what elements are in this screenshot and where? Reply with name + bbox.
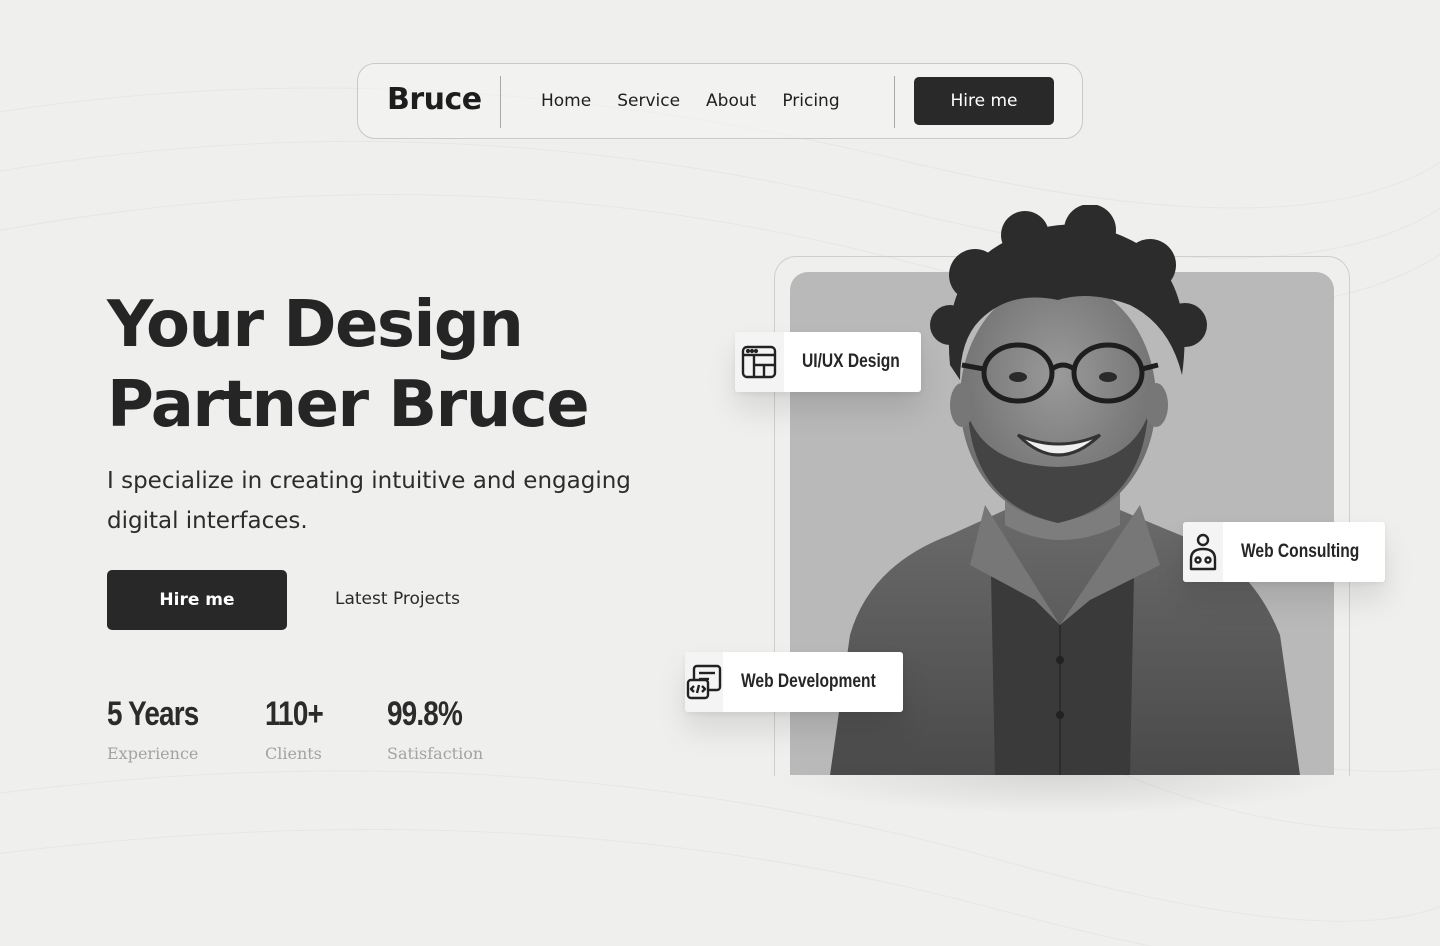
nav-divider xyxy=(500,76,501,128)
latest-projects-link[interactable]: Latest Projects xyxy=(335,589,460,609)
hero-title-line: Partner Bruce xyxy=(107,368,590,442)
nav-link-home[interactable]: Home xyxy=(541,91,591,111)
stat-experience: 5 Years Experience xyxy=(107,695,219,763)
service-card-web-development[interactable]: Web Development xyxy=(685,652,903,712)
nav-divider xyxy=(894,76,895,128)
service-card-label: Web Development xyxy=(741,671,876,692)
top-navbar: Bruce Home Service About Pricing Hire me xyxy=(357,63,1083,139)
nav-link-service[interactable]: Service xyxy=(617,91,680,111)
hire-me-button[interactable]: Hire me xyxy=(107,570,287,630)
stat-value: 110+ xyxy=(265,695,324,733)
nav-link-about[interactable]: About xyxy=(706,91,756,111)
code-window-icon xyxy=(685,652,723,712)
user-consulting-icon xyxy=(1183,522,1223,582)
nav-links: Home Service About Pricing xyxy=(541,91,866,111)
stat-value: 5 Years xyxy=(107,695,199,733)
brand-logo[interactable]: Bruce xyxy=(387,82,482,117)
stat-label: Experience xyxy=(107,744,199,763)
hero-title-line: Your Design xyxy=(107,288,524,362)
nav-link-pricing[interactable]: Pricing xyxy=(782,91,839,111)
service-card-label: Web Consulting xyxy=(1240,541,1360,562)
hero-title: Your Design Partner Bruce xyxy=(107,285,590,445)
service-card-web-consulting[interactable]: Web Consulting xyxy=(1183,522,1385,582)
stat-label: Satisfaction xyxy=(387,744,484,763)
layout-grid-icon xyxy=(735,332,784,392)
nav-hire-me-button[interactable]: Hire me xyxy=(914,77,1054,125)
stat-label: Clients xyxy=(265,744,322,763)
stat-clients: 110+ Clients xyxy=(265,695,336,763)
hero-subtitle: I specialize in creating intuitive and e… xyxy=(107,468,631,534)
service-card-uiux[interactable]: UI/UX Design xyxy=(735,332,921,392)
service-card-label: UI/UX Design xyxy=(801,351,900,372)
stat-value: 99.8% xyxy=(387,695,463,733)
photo-shadow xyxy=(774,775,1350,815)
stat-satisfaction: 99.8% Satisfaction xyxy=(387,695,483,763)
